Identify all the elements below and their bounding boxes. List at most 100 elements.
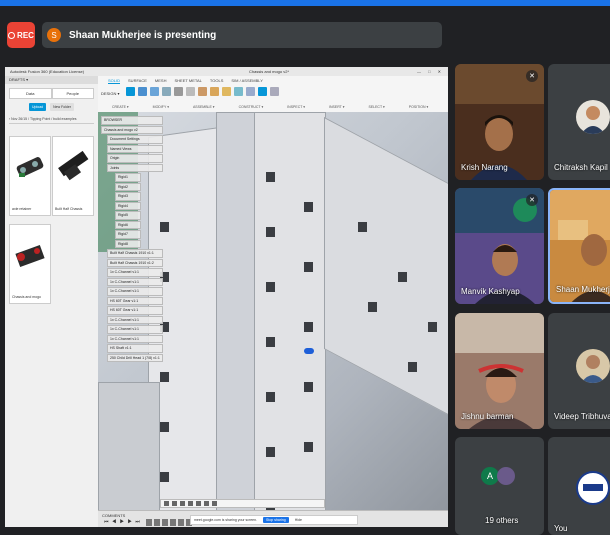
feature-icon[interactable] bbox=[170, 519, 176, 526]
file-thumbnail[interactable]: Chassis and mogo bbox=[9, 224, 51, 304]
presenter-banner: S Shaan Mukherjee is presenting bbox=[42, 22, 442, 48]
folder-breadcrumb[interactable]: ‹ Nov 26/15 / Tipping Point / build exam… bbox=[9, 117, 94, 124]
comments-label[interactable]: COMMENTS bbox=[102, 513, 125, 518]
browser-item[interactable]: 1x C-Channel v1:1 bbox=[107, 325, 163, 334]
hide-button[interactable]: Hide bbox=[295, 518, 302, 522]
browser-item[interactable]: Built Half Chassis 1910 v1:1 bbox=[107, 249, 163, 258]
workspace-selector[interactable]: DESIGN ▾ bbox=[101, 91, 119, 96]
joint-icon[interactable] bbox=[198, 87, 207, 96]
chassis-mogo-preview bbox=[15, 244, 45, 268]
viewport-nav-bar bbox=[160, 499, 325, 508]
browser-item[interactable]: Built Half Chassis 1910 v1:2 bbox=[107, 258, 163, 267]
participant-avatar bbox=[497, 467, 515, 485]
browser-header[interactable]: BROWSER bbox=[101, 116, 163, 125]
stop-sharing-button[interactable]: Stop sharing bbox=[263, 517, 289, 523]
zoom-icon[interactable] bbox=[180, 501, 185, 506]
pan-icon[interactable] bbox=[172, 501, 177, 506]
browser-joint[interactable]: Rigid8 bbox=[115, 239, 141, 248]
browser-item[interactable]: 250 Child Drill Head 1 (7/8) v1:1 bbox=[107, 353, 163, 362]
others-tile[interactable]: A 19 others bbox=[455, 437, 544, 535]
shell-icon[interactable] bbox=[186, 87, 195, 96]
feature-icon[interactable] bbox=[162, 519, 168, 526]
feature-icon[interactable] bbox=[154, 519, 160, 526]
tab-people[interactable]: People bbox=[51, 88, 94, 99]
participant-tile[interactable]: ✕ Manvik Kashyap bbox=[455, 188, 544, 304]
select-icon[interactable] bbox=[258, 87, 267, 96]
axle-retainer-preview bbox=[16, 157, 44, 177]
new-folder-button[interactable]: New Folder bbox=[50, 103, 74, 111]
browser-item[interactable]: HS 60T Gear v1:1 bbox=[107, 306, 163, 315]
insert-icon[interactable] bbox=[246, 87, 255, 96]
hole-icon[interactable] bbox=[162, 87, 171, 96]
browser-joint[interactable]: Rigid5 bbox=[115, 211, 141, 220]
recording-indicator[interactable]: REC bbox=[7, 22, 35, 48]
browser-item[interactable]: 1x C-Channel v1:1 bbox=[107, 287, 163, 296]
group-position[interactable]: POSITION ▾ bbox=[409, 105, 428, 109]
browser-root[interactable]: Chassis and mogo v2 bbox=[101, 125, 163, 134]
tab-mesh[interactable]: MESH bbox=[155, 78, 167, 84]
browser-item[interactable]: 1x C-Channel v1:1 bbox=[107, 315, 163, 324]
browser-item[interactable]: HS Shaft v1:1 bbox=[107, 344, 163, 353]
browser-joint[interactable]: Rigid1 bbox=[115, 173, 141, 182]
as-built-joint-icon[interactable] bbox=[210, 87, 219, 96]
browser-item[interactable]: Origin bbox=[107, 154, 163, 163]
plane-icon[interactable] bbox=[222, 87, 231, 96]
tab-tools[interactable]: TOOLS bbox=[210, 78, 224, 84]
3d-viewport[interactable]: BROWSER Chassis and mogo v2 Document Set… bbox=[98, 112, 448, 527]
group-inspect[interactable]: INSPECT ▾ bbox=[287, 105, 305, 109]
toolbar-groups: CREATE ▾ MODIFY ▾ ASSEMBLE ▾ CONSTRUCT ▾… bbox=[112, 105, 428, 109]
feature-icon[interactable] bbox=[178, 519, 184, 526]
browser-joint[interactable]: Rigid6 bbox=[115, 220, 141, 229]
participant-tile[interactable]: ✕ Krish Narang bbox=[455, 64, 544, 180]
viewports-icon[interactable] bbox=[212, 501, 217, 506]
browser-item[interactable]: 1x C-Channel v1:1 bbox=[107, 277, 163, 286]
browser-joint[interactable]: Rigid3 bbox=[115, 192, 141, 201]
position-icon[interactable] bbox=[270, 87, 279, 96]
browser-item[interactable]: Named Views bbox=[107, 144, 163, 153]
group-insert[interactable]: INSERT ▾ bbox=[329, 105, 344, 109]
tab-sim-assembly[interactable]: SIM / ASSEMBLY bbox=[231, 78, 263, 84]
tab-sheet-metal[interactable]: SHEET METAL bbox=[174, 78, 201, 84]
browser-joint[interactable]: Rigid7 bbox=[115, 230, 141, 239]
sketch-icon[interactable] bbox=[126, 87, 135, 96]
extrude-icon[interactable] bbox=[138, 87, 147, 96]
group-create[interactable]: CREATE ▾ bbox=[112, 105, 129, 109]
browser-item[interactable]: HS 60T Gear v1:1 bbox=[107, 296, 163, 305]
revolve-icon[interactable] bbox=[150, 87, 159, 96]
rail-hole bbox=[304, 202, 313, 212]
window-controls[interactable]: — □ ✕ bbox=[417, 67, 444, 76]
fillet-icon[interactable] bbox=[174, 87, 183, 96]
timeline-controls[interactable]: ⏮ ◀ ▶ ▶ ⏭ bbox=[104, 519, 141, 525]
orbit-icon[interactable] bbox=[164, 501, 169, 506]
feature-icon[interactable] bbox=[146, 519, 152, 526]
browser-item[interactable]: 1x C-Channel v1:1 bbox=[107, 334, 163, 343]
measure-icon[interactable] bbox=[234, 87, 243, 96]
self-tile[interactable]: You bbox=[548, 437, 610, 535]
shared-screen: Autodesk Fusion 360 (Education License) … bbox=[5, 67, 448, 527]
display-settings-icon[interactable] bbox=[196, 501, 201, 506]
chassis-rail bbox=[98, 382, 160, 527]
tab-data[interactable]: Data bbox=[9, 88, 52, 99]
participant-tile-active[interactable]: Shaan Mukherjee bbox=[548, 188, 610, 304]
fit-icon[interactable] bbox=[188, 501, 193, 506]
tab-surface[interactable]: SURFACE bbox=[128, 78, 147, 84]
participant-tile[interactable]: Videep Tribhuvan bbox=[548, 313, 610, 429]
browser-item[interactable]: Document Settings bbox=[107, 135, 163, 144]
group-select[interactable]: SELECT ▾ bbox=[368, 105, 384, 109]
group-modify[interactable]: MODIFY ▾ bbox=[153, 105, 169, 109]
upload-button[interactable]: Upload bbox=[29, 103, 47, 111]
participant-tile[interactable]: Jishnu barman bbox=[455, 313, 544, 429]
tab-solid[interactable]: SOLID bbox=[108, 78, 121, 84]
browser-joint[interactable]: Rigid2 bbox=[115, 182, 141, 191]
file-thumbnail[interactable]: Built Half Chassis bbox=[52, 136, 94, 216]
file-thumbnail[interactable]: axle retainer bbox=[9, 136, 51, 216]
grid-icon[interactable] bbox=[204, 501, 209, 506]
browser-item[interactable]: 1x C-Channel v1:1 bbox=[107, 268, 163, 277]
self-label: You bbox=[554, 524, 568, 533]
browser-item[interactable]: Joints bbox=[107, 163, 163, 172]
group-assemble[interactable]: ASSEMBLE ▾ bbox=[193, 105, 215, 109]
group-construct[interactable]: CONSTRUCT ▾ bbox=[239, 105, 264, 109]
participant-tile[interactable]: Chitraksh Kapil bbox=[548, 64, 610, 180]
browser-joint[interactable]: Rigid4 bbox=[115, 201, 141, 210]
data-panel-header[interactable]: DRAFTS ▾ bbox=[5, 76, 98, 84]
